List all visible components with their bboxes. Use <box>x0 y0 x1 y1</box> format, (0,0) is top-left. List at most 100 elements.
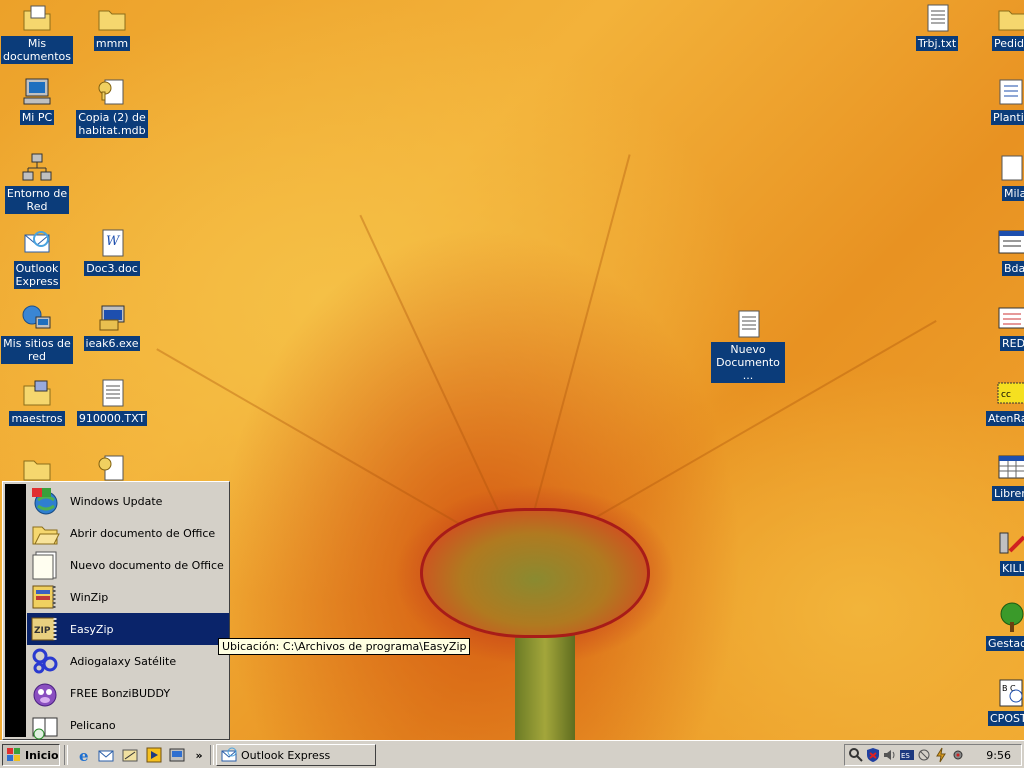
spreadsheet-icon <box>996 452 1024 484</box>
start-menu: Windows Update Abrir documento de Office… <box>2 481 230 740</box>
start-menu-side-band <box>5 484 26 737</box>
task-button-outlook-express[interactable]: Outlook Express <box>216 744 376 766</box>
menu-item-label: Pelicano <box>70 718 116 732</box>
petal-vein <box>520 154 631 561</box>
computer-icon <box>21 76 53 108</box>
desktop-icon-entorno-de-red[interactable]: Entorno de Red <box>0 152 74 214</box>
settings-gear-icon[interactable] <box>950 747 966 763</box>
desktop-icon-pedidos[interactable]: Pedido <box>984 2 1024 51</box>
clock[interactable]: 9:56 <box>986 749 1011 762</box>
desktop-icon-gestador[interactable]: Gestad <box>984 602 1024 651</box>
media-player-icon[interactable] <box>145 746 163 764</box>
petal-vein <box>359 214 522 560</box>
folder-documents-icon <box>21 2 53 34</box>
desktop-icon-nuevo-documento[interactable]: Nuevo Documento ... <box>711 308 785 383</box>
desktop-icon-trbj-txt[interactable]: Trbj.txt <box>900 2 974 51</box>
desktop-icon-red[interactable]: RED <box>984 302 1024 351</box>
icon-label: AtenRaz <box>986 411 1024 426</box>
menu-item-label: EasyZip <box>70 622 114 636</box>
desktop-icon-doc3[interactable]: W Doc3.doc <box>75 227 149 276</box>
svg-text:B C: B C <box>1002 684 1016 693</box>
menu-item-bonzibuddy[interactable]: FREE BonziBUDDY <box>27 677 229 709</box>
desktop-icon-ieak6[interactable]: ieak6.exe <box>75 302 149 351</box>
folder-icon <box>21 452 53 484</box>
quick-launch-app-icon[interactable] <box>168 746 186 764</box>
menu-item-label: Windows Update <box>70 494 163 508</box>
taskbar: Inicio e » Outlook Express ES 9:56 <box>0 740 1024 768</box>
quick-launch-more-button[interactable]: » <box>190 746 208 764</box>
svg-text:W: W <box>106 234 121 249</box>
windows-update-icon <box>29 485 61 517</box>
icon-label: Copia (2) de habitat.mdb <box>76 110 148 138</box>
windows-logo-icon <box>6 747 22 763</box>
search-icon[interactable] <box>848 747 864 763</box>
bonzibuddy-icon <box>29 677 61 709</box>
desktop-icon-kill[interactable]: KILL <box>984 527 1024 576</box>
menu-item-nuevo-documento-office[interactable]: Nuevo documento de Office <box>27 549 229 581</box>
desktop-icon-copia-habitat[interactable]: Copia (2) de habitat.mdb <box>75 76 149 138</box>
icon-label: Gestad <box>986 636 1024 651</box>
taskbar-separator <box>210 745 214 765</box>
icon-label: Nuevo Documento ... <box>711 342 785 383</box>
desktop-icon-mi-pc[interactable]: Mi PC <box>0 76 74 125</box>
database-file-icon <box>96 76 128 108</box>
desktop-icon-mis-sitios-de-red[interactable]: Mis sitios de red <box>0 302 74 364</box>
folder-icon <box>96 2 128 34</box>
desktop-icon-mmm[interactable]: mmm <box>75 2 149 51</box>
menu-item-adiogalaxy[interactable]: Adiogalaxy Satélite <box>27 645 229 677</box>
pelicano-icon <box>29 709 61 741</box>
outlook-express-icon <box>221 747 237 763</box>
kill-program-icon <box>996 527 1024 559</box>
winzip-icon <box>29 581 61 613</box>
start-button[interactable]: Inicio <box>2 744 60 766</box>
antivirus-shield-icon[interactable] <box>865 747 881 763</box>
tree-icon <box>996 602 1024 634</box>
menu-item-easyzip[interactable]: ZIP EasyZip <box>27 613 229 645</box>
network-tray-icon[interactable] <box>916 747 932 763</box>
open-folder-icon <box>29 517 61 549</box>
tooltip: Ubicación: C:\Archivos de programa\EasyZ… <box>218 638 471 655</box>
show-desktop-icon[interactable] <box>121 746 139 764</box>
menu-item-pelicano[interactable]: Pelicano <box>27 709 229 741</box>
shortcut-folder-icon <box>21 377 53 409</box>
icon-label: Entorno de Red <box>4 186 70 214</box>
menu-item-winzip[interactable]: WinZip <box>27 581 229 613</box>
svg-text:ES: ES <box>901 752 910 760</box>
language-icon[interactable]: ES <box>899 747 915 763</box>
setup-exe-icon <box>96 302 128 334</box>
desktop-icon-mila[interactable]: Mila <box>984 152 1024 201</box>
desktop-icon-910000-txt[interactable]: 910000.TXT <box>75 377 149 426</box>
icon-label: RED <box>1000 336 1024 351</box>
menu-item-windows-update[interactable]: Windows Update <box>27 485 229 517</box>
icon-label: Outlook Express <box>13 261 61 289</box>
desktop-icon-libreria[interactable]: Libreri <box>984 452 1024 501</box>
desktop-icon-atenraz[interactable]: cc AtenRaz <box>984 377 1024 426</box>
menu-item-label: Abrir documento de Office <box>70 526 216 540</box>
word-document-icon: W <box>96 227 128 259</box>
menu-item-label: FREE BonziBUDDY <box>70 686 171 700</box>
system-tray: ES 9:56 <box>844 744 1022 766</box>
menu-item-label: Adiogalaxy Satélite <box>70 654 177 668</box>
menu-item-abrir-documento-office[interactable]: Abrir documento de Office <box>27 517 229 549</box>
taskbar-separator <box>64 745 68 765</box>
flower-center <box>420 508 650 638</box>
list-document-icon <box>996 76 1024 108</box>
internet-explorer-icon[interactable]: e <box>76 746 94 764</box>
desktop-icon-outlook-express[interactable]: Outlook Express <box>0 227 74 289</box>
outlook-express-icon <box>21 227 53 259</box>
easyzip-icon: ZIP <box>29 613 61 645</box>
text-file-icon <box>921 2 953 34</box>
desktop-icon-plantilla[interactable]: Plantilla <box>984 76 1024 125</box>
desktop-icon-maestros[interactable]: maestros <box>0 377 74 426</box>
desktop-icon-bda[interactable]: Bda <box>984 227 1024 276</box>
icon-label: KILL <box>1000 561 1024 576</box>
desktop-icon-cpost[interactable]: B C CPOST <box>984 677 1024 726</box>
outlook-express-quick-icon[interactable] <box>97 746 115 764</box>
power-icon[interactable] <box>933 747 949 763</box>
application-window-icon <box>996 227 1024 259</box>
desktop-icon-mis-documentos[interactable]: Mis documentos <box>0 2 74 64</box>
volume-icon[interactable] <box>882 747 898 763</box>
icon-label: Mila <box>1002 186 1024 201</box>
icon-label: Mi PC <box>19 110 55 125</box>
icon-label: 910000.TXT <box>76 411 148 426</box>
